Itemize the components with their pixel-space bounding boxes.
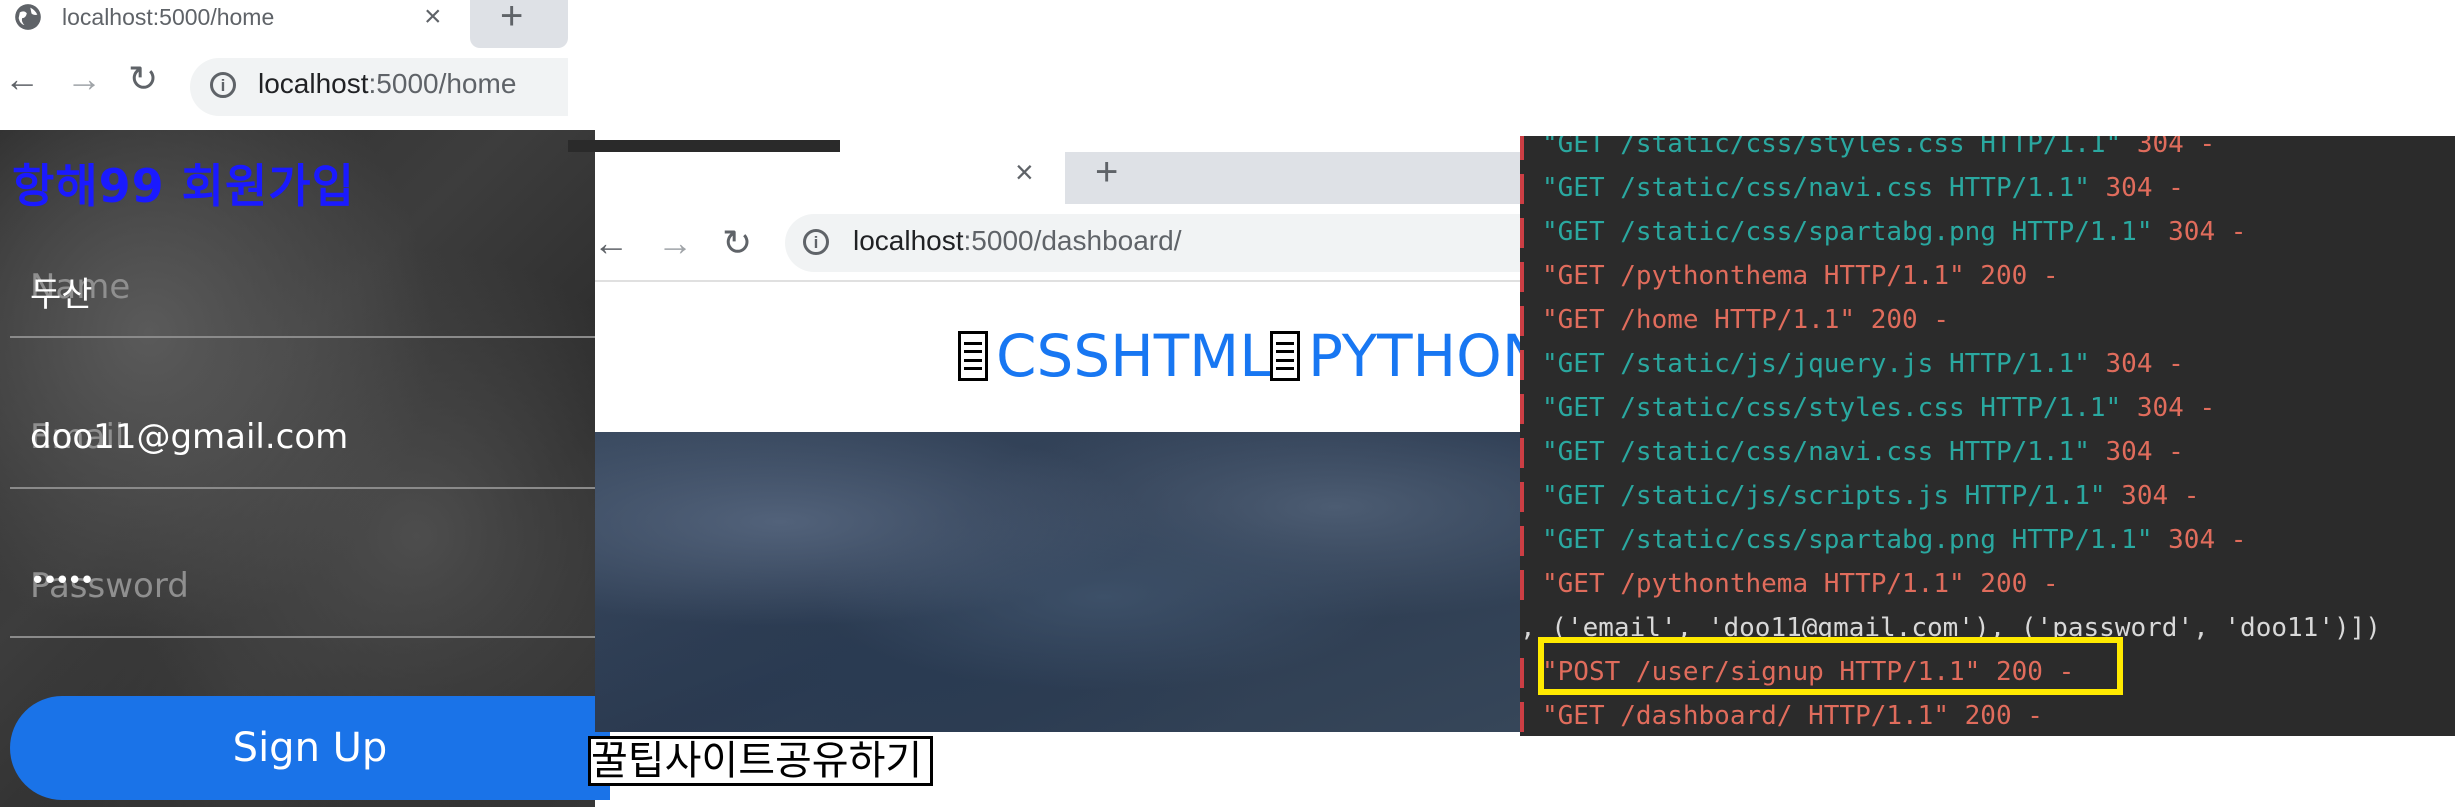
log-line: "GET /static/css/spartabg.png HTTP/1.1" … <box>1520 210 2246 254</box>
url-host: localhost <box>258 68 369 99</box>
password-field[interactable]: Password ••••• <box>10 552 595 638</box>
url-host: localhost <box>853 225 964 256</box>
address-bar[interactable]: i localhost:5000/dashboard/ <box>785 214 1520 272</box>
tab-title: localhost:5000/home <box>62 4 275 30</box>
hero-image <box>595 432 1520 732</box>
share-tips-link[interactable]: 꿀팁사이트공유하기 <box>588 736 933 786</box>
nav-link-python[interactable]: PYTHON <box>1270 322 1545 390</box>
reload-icon[interactable]: ↻ <box>722 222 752 264</box>
name-value: 두산 <box>30 275 93 315</box>
log-line: "GET /static/js/jquery.js HTTP/1.1" 304 … <box>1520 342 2184 386</box>
nav-link-label: PYTHON <box>1308 322 1546 390</box>
forward-arrow-icon[interactable]: → <box>657 222 693 264</box>
background-strip <box>568 140 840 152</box>
log-line: "GET /static/css/spartabg.png HTTP/1.1" … <box>1520 518 2246 562</box>
sign-up-button[interactable]: Sign Up <box>10 696 610 800</box>
log-line: "GET /pythonthema HTTP/1.1" 200 - <box>1520 254 2059 298</box>
dashboard-tab[interactable]: × <box>595 152 1065 204</box>
close-tab-icon[interactable]: × <box>424 0 442 34</box>
log-line: "GET /dashboard/ HTTP/1.1" 200 - <box>1520 694 2043 736</box>
document-icon <box>958 331 988 381</box>
back-arrow-icon[interactable]: ← <box>4 58 40 100</box>
plus-icon: + <box>500 0 524 38</box>
new-tab-button[interactable]: + <box>1095 150 1118 195</box>
globe-icon <box>15 4 41 30</box>
nav-link-csshtml[interactable]: CSSHTML <box>958 322 1272 390</box>
name-field[interactable]: Name 두산 <box>10 252 595 338</box>
address-url: localhost:5000/dashboard/ <box>853 225 1181 257</box>
back-arrow-icon[interactable]: ← <box>593 222 629 264</box>
address-bar[interactable]: i localhost:5000/home <box>190 58 568 116</box>
log-line: "GET /static/css/navi.css HTTP/1.1" 304 … <box>1520 430 2184 474</box>
email-value: doo11@gmail.com <box>30 417 349 457</box>
email-field[interactable]: Email doo11@gmail.com <box>10 403 595 489</box>
nav-link-label: CSSHTML <box>996 322 1272 390</box>
log-line: "GET /static/css/navi.css HTTP/1.1" 304 … <box>1520 166 2184 210</box>
log-line: "GET /static/css/styles.css HTTP/1.1" 30… <box>1520 136 2215 166</box>
left-browser-tab[interactable]: localhost:5000/home × <box>0 0 470 36</box>
log-line: "GET /pythonthema HTTP/1.1" 200 - <box>1520 562 2059 606</box>
password-value: ••••• <box>30 566 95 596</box>
document-icon <box>1270 331 1300 381</box>
reload-icon[interactable]: ↻ <box>128 58 158 100</box>
signup-title: 항해99 회원가입 <box>12 159 355 213</box>
log-line: "GET /static/js/scripts.js HTTP/1.1" 304… <box>1520 474 2199 518</box>
address-url: localhost:5000/home <box>258 68 516 100</box>
forward-arrow-icon[interactable]: → <box>66 58 102 100</box>
new-tab-button[interactable]: + <box>470 0 568 48</box>
dashboard-navbar: CSSHTML PYTHON <box>595 282 1545 432</box>
url-path: :5000/home <box>368 68 517 99</box>
highlight-box <box>1538 637 2123 695</box>
url-path: :5000/dashboard/ <box>963 225 1182 256</box>
log-line: "GET /static/css/styles.css HTTP/1.1" 30… <box>1520 386 2215 430</box>
info-icon[interactable]: i <box>210 72 236 98</box>
log-line: "GET /home HTTP/1.1" 200 - <box>1520 298 1949 342</box>
close-tab-icon[interactable]: × <box>1015 154 1034 191</box>
info-icon[interactable]: i <box>803 229 829 255</box>
